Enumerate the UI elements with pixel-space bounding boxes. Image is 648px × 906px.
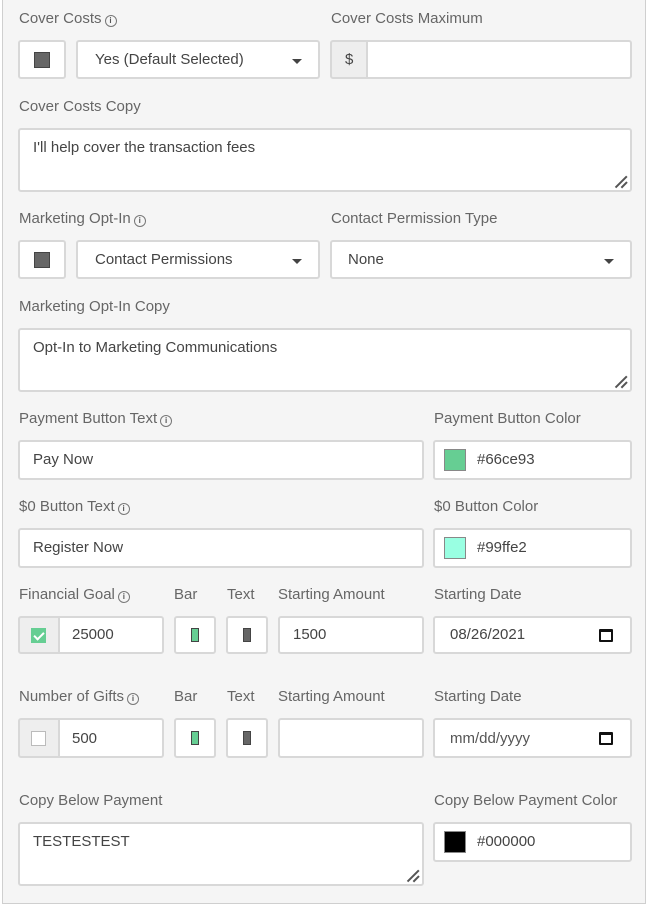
zero-button-color-value: #99ffe2 [477, 539, 527, 556]
info-icon[interactable]: i [133, 215, 146, 227]
financial-goal-starting-amount-input[interactable]: 1500 [278, 616, 424, 654]
calendar-icon[interactable] [599, 629, 613, 642]
cover-costs-maximum-label: Cover Costs Maximum [331, 10, 483, 27]
contact-permission-type-select[interactable]: None [330, 240, 632, 279]
zero-button-text-label: $0 Button Text i [19, 498, 130, 515]
color-swatch[interactable] [444, 537, 466, 559]
marketing-select[interactable]: Contact Permissions [76, 240, 320, 279]
copy-below-payment-color-input[interactable]: #000000 [433, 822, 632, 862]
financial-goal-bar-label: Bar [174, 586, 198, 603]
text-color-swatch [243, 731, 251, 745]
marketing-opt-in-label: Marketing Opt-In i [19, 210, 146, 227]
caret-down-icon [292, 59, 302, 64]
cover-costs-copy-textarea[interactable]: I'll help cover the transaction fees [18, 128, 632, 192]
number-of-gifts-starting-date-input[interactable]: mm/dd/yyyy [433, 718, 632, 758]
bar-color-swatch [191, 628, 199, 642]
color-swatch[interactable] [444, 831, 466, 853]
financial-goal-label: Financial Goal i [19, 586, 130, 603]
financial-goal-starting-date-label: Starting Date [434, 586, 522, 603]
financial-goal-checkbox[interactable] [31, 628, 46, 643]
marketing-opt-in-copy-label: Marketing Opt-In Copy [19, 298, 170, 315]
number-of-gifts-starting-date-label: Starting Date [434, 688, 522, 705]
payment-button-text-label: Payment Button Text i [19, 410, 173, 427]
color-swatch [34, 52, 50, 68]
zero-button-color-label: $0 Button Color [434, 498, 539, 515]
contact-permission-type-value: None [348, 251, 384, 268]
number-of-gifts-checkbox-addon [18, 718, 60, 758]
info-icon[interactable]: i [117, 503, 130, 515]
financial-goal-value: 25000 [72, 626, 114, 643]
financial-goal-input[interactable]: 25000 [58, 616, 164, 654]
copy-below-payment-value: TESTESTEST [33, 833, 130, 850]
copy-below-payment-textarea[interactable]: TESTESTEST [18, 822, 424, 886]
zero-button-color-input[interactable]: #99ffe2 [433, 528, 632, 568]
marketing-select-value: Contact Permissions [95, 251, 233, 268]
financial-goal-starting-amount-value: 1500 [293, 626, 327, 643]
cover-costs-color-picker[interactable] [18, 40, 66, 79]
financial-goal-starting-date-value: 08/26/2021 [450, 626, 526, 643]
bar-color-swatch [191, 731, 199, 745]
info-icon[interactable]: i [117, 591, 130, 603]
calendar-icon[interactable] [599, 732, 613, 745]
number-of-gifts-starting-amount-label: Starting Amount [278, 688, 385, 705]
resize-handle-icon[interactable] [613, 373, 627, 387]
zero-button-text-value: Register Now [33, 539, 124, 556]
number-of-gifts-value: 500 [72, 730, 98, 747]
info-icon[interactable]: i [127, 693, 140, 705]
number-of-gifts-text-color-picker[interactable] [226, 718, 268, 758]
payment-button-text-input[interactable]: Pay Now [18, 440, 424, 480]
cover-costs-copy-label: Cover Costs Copy [19, 98, 141, 115]
financial-goal-text-label: Text [227, 586, 255, 603]
color-swatch [34, 252, 50, 268]
payment-button-color-input[interactable]: #66ce93 [433, 440, 632, 480]
contact-permission-type-label: Contact Permission Type [331, 210, 498, 227]
currency-addon: $ [330, 40, 368, 79]
color-swatch[interactable] [444, 449, 466, 471]
payment-button-text-value: Pay Now [33, 451, 94, 468]
cover-costs-label: Cover Costs i [19, 10, 117, 27]
copy-below-payment-color-value: #000000 [477, 833, 536, 850]
copy-below-payment-label: Copy Below Payment [19, 792, 163, 809]
number-of-gifts-bar-color-picker[interactable] [174, 718, 216, 758]
number-of-gifts-checkbox[interactable] [31, 731, 46, 746]
marketing-color-picker[interactable] [18, 240, 66, 279]
number-of-gifts-starting-amount-input[interactable] [278, 718, 424, 758]
info-icon[interactable]: i [160, 415, 173, 427]
number-of-gifts-label: Number of Gifts i [19, 688, 140, 705]
number-of-gifts-starting-date-placeholder: mm/dd/yyyy [450, 730, 531, 747]
currency-symbol: $ [345, 51, 354, 68]
number-of-gifts-bar-label: Bar [174, 688, 198, 705]
copy-below-payment-color-label: Copy Below Payment Color [434, 792, 618, 809]
financial-goal-bar-color-picker[interactable] [174, 616, 216, 654]
zero-button-text-input[interactable]: Register Now [18, 528, 424, 568]
caret-down-icon [604, 259, 614, 264]
number-of-gifts-text-label: Text [227, 688, 255, 705]
cover-costs-select-value: Yes (Default Selected) [95, 51, 244, 68]
info-icon[interactable]: i [104, 15, 117, 27]
caret-down-icon [292, 259, 302, 264]
cover-costs-maximum-input[interactable] [366, 40, 632, 79]
financial-goal-text-color-picker[interactable] [226, 616, 268, 654]
resize-handle-icon[interactable] [613, 173, 627, 187]
payment-button-color-value: #66ce93 [477, 451, 535, 468]
financial-goal-checkbox-addon [18, 616, 60, 654]
financial-goal-starting-date-input[interactable]: 08/26/2021 [433, 616, 632, 654]
cover-costs-copy-value: I'll help cover the transaction fees [33, 139, 256, 156]
marketing-opt-in-copy-value: Opt-In to Marketing Communications [33, 339, 278, 356]
number-of-gifts-input[interactable]: 500 [58, 718, 164, 758]
marketing-opt-in-copy-textarea[interactable]: Opt-In to Marketing Communications [18, 328, 632, 392]
cover-costs-select[interactable]: Yes (Default Selected) [76, 40, 320, 79]
text-color-swatch [243, 628, 251, 642]
payment-button-color-label: Payment Button Color [434, 410, 581, 427]
financial-goal-starting-amount-label: Starting Amount [278, 586, 385, 603]
resize-handle-icon[interactable] [405, 867, 419, 881]
